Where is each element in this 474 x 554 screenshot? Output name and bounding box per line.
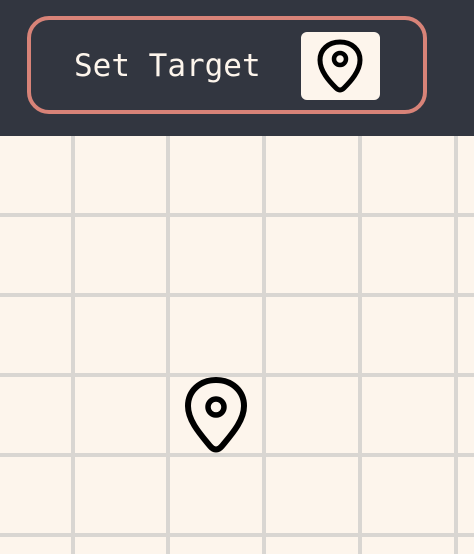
map-grid[interactable]: [0, 136, 474, 554]
set-target-label: Set Target: [74, 48, 261, 84]
grid-line-vertical: [358, 136, 362, 554]
set-target-icon-chip: [301, 32, 380, 100]
grid-line-vertical: [454, 136, 458, 554]
set-target-button[interactable]: Set Target: [27, 16, 427, 114]
toolbar: Set Target: [0, 0, 474, 136]
grid-line-horizontal: [0, 533, 474, 537]
grid-line-vertical: [262, 136, 266, 554]
target-marker[interactable]: [182, 376, 250, 456]
map-pin-icon: [317, 39, 363, 93]
map-pin-icon: [185, 377, 247, 453]
grid-line-horizontal: [0, 213, 474, 217]
grid-line-horizontal: [0, 293, 474, 297]
grid-line-vertical: [166, 136, 170, 554]
grid-line-vertical: [71, 136, 75, 554]
